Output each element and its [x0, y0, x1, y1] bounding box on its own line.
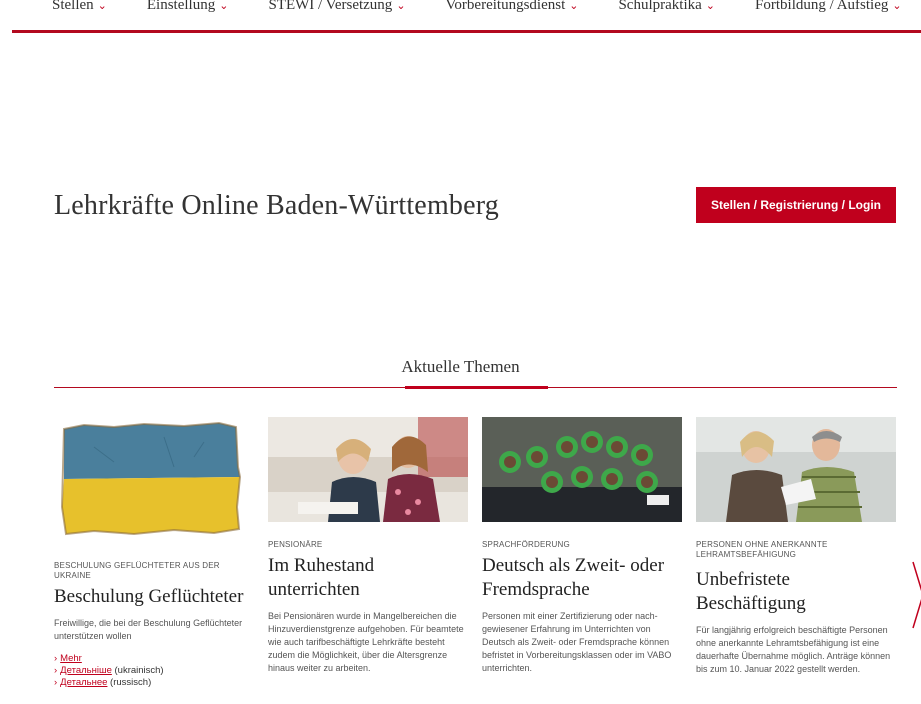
nav-divider [12, 30, 921, 33]
chevron-down-icon: ⌄ [892, 0, 902, 12]
nav-label: STEWI / Versetzung [268, 0, 393, 13]
nav-label: Einstellung [146, 0, 216, 13]
login-button[interactable]: Stellen / Registrierung / Login [696, 187, 896, 223]
students-photo [482, 417, 682, 522]
nav-label: Stellen [52, 0, 94, 13]
chevron-down-icon: ⌄ [219, 0, 229, 12]
nav-item-schulpraktika[interactable]: Schulpraktika ⌄ [618, 0, 715, 14]
card-text: Freiwillige, die bei der Beschulung Gefl… [54, 618, 243, 641]
nav-item-fortbildung[interactable]: Fortbildung / Aufstieg ⌄ [755, 0, 902, 14]
card-title[interactable]: Im Ruhestand unterrichten [268, 554, 468, 602]
topic-card-sprachfoerderung[interactable]: SPRACHFÖRDERUNG Deutsch als Zweit- oder … [482, 417, 682, 675]
card-title[interactable]: Unbefristete Beschäftigung [696, 568, 896, 616]
more-link-ukrainian[interactable]: Детальніше [60, 665, 112, 676]
chevron-right-icon[interactable] [911, 560, 921, 630]
chevron-down-icon: ⌄ [396, 0, 406, 12]
ukraine-flag-image [54, 417, 254, 557]
card-kicker: PERSONEN OHNE ANERKANNTE LEHRAMTSBEFÄHIG… [696, 540, 828, 559]
section-accent-bar [405, 386, 548, 389]
link-suffix: (russisch) [107, 677, 152, 688]
pensioners-photo [268, 417, 468, 522]
card-text: Für langjährig erfolgreich beschäftigte … [696, 625, 891, 674]
chevron-right-icon: › [54, 653, 58, 664]
chevron-right-icon: › [54, 677, 58, 688]
topic-card-pensionaere[interactable]: PENSIONÄRE Im Ruhestand unterrichten Bei… [268, 417, 468, 675]
card-title[interactable]: Beschulung Geflüchteter [54, 585, 254, 609]
list-item: › Детальніше (ukrainisch) [54, 665, 254, 677]
nav-item-stewi[interactable]: STEWI / Versetzung ⌄ [268, 0, 405, 14]
link-suffix: (ukrainisch) [111, 665, 164, 676]
topic-card-beschaeftigung[interactable]: PERSONEN OHNE ANERKANNTE LEHRAMTSBEFÄHIG… [696, 417, 896, 676]
card-text: Personen mit einer Zertifizierung oder n… [482, 611, 672, 673]
card-kicker: PENSIONÄRE [268, 540, 323, 549]
nav-item-einstellung[interactable]: Einstellung ⌄ [147, 0, 229, 14]
chevron-down-icon: ⌄ [569, 0, 579, 12]
nav-label: Vorbereitungsdienst [445, 0, 566, 13]
nav-label: Fortbildung / Aufstieg [755, 0, 889, 13]
main-navigation: Stellen ⌄ Einstellung ⌄ STEWI / Versetzung… [14, 0, 921, 14]
card-links: › Mehr › Детальніше (ukrainisch) › Детальне… [54, 653, 254, 689]
more-link-russian[interactable]: Детальнее [60, 677, 107, 688]
topic-card-ukraine[interactable]: BESCHULUNG GEFLÜCHTETER AUS DER UKRAINE … [54, 417, 254, 689]
chevron-right-icon: › [54, 665, 58, 676]
section-title: Aktuelle Themen [401, 357, 520, 376]
card-kicker: BESCHULUNG GEFLÜCHTETER AUS DER UKRAINE [54, 561, 220, 580]
card-kicker: SPRACHFÖRDERUNG [482, 540, 570, 549]
card-text: Bei Pensionären wurde in Mangelbereichen… [268, 611, 464, 673]
nav-item-vorbereitungsdienst[interactable]: Vorbereitungsdienst ⌄ [446, 0, 579, 14]
list-item: › Mehr [54, 653, 254, 665]
nav-item-stellen[interactable]: Stellen ⌄ [52, 0, 107, 14]
meeting-photo [696, 417, 896, 522]
list-item: › Детальнее (russisch) [54, 677, 254, 689]
chevron-down-icon: ⌄ [705, 0, 716, 12]
card-title[interactable]: Deutsch als Zweit- oder Fremdsprache [482, 554, 682, 602]
nav-label: Schulpraktika [618, 0, 702, 13]
page-title: Lehrkräfte Online Baden-Württemberg [54, 190, 499, 221]
more-link[interactable]: Mehr [60, 653, 82, 664]
chevron-down-icon: ⌄ [97, 0, 107, 12]
